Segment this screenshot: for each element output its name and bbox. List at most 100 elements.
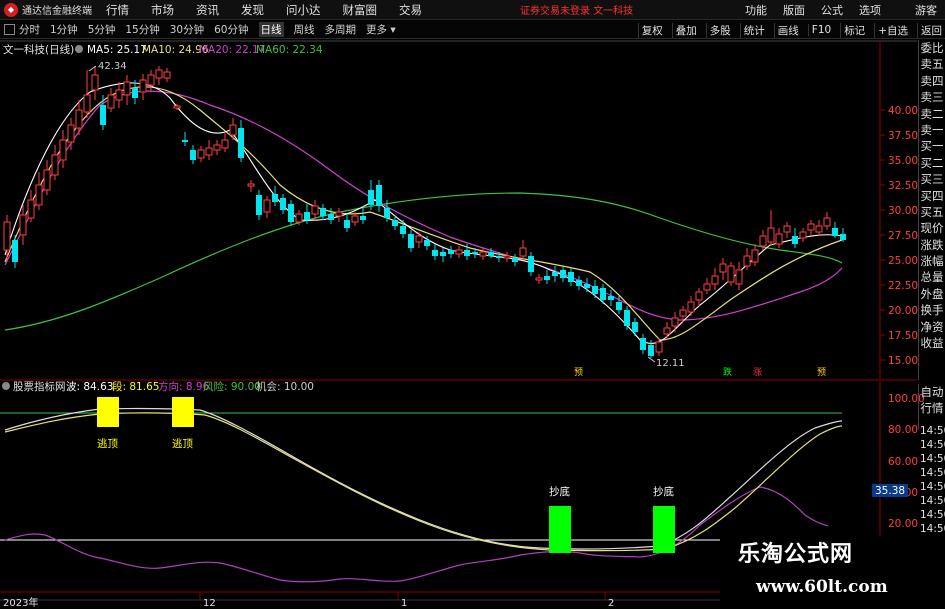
candle-body <box>807 223 815 231</box>
candle-body <box>311 205 319 215</box>
indicator-settings-icon[interactable] <box>2 382 10 390</box>
candle-body <box>190 150 196 160</box>
candle-body <box>19 214 27 236</box>
menu-trade[interactable]: 交易 <box>399 2 422 18</box>
layout-icon[interactable] <box>4 24 15 35</box>
period-daily[interactable]: 日线 <box>258 22 284 37</box>
order-book-panel: 委比 卖五 卖四 卖三 卖二 卖一 买一 买二 买三 买四 买五 现价 涨跌 涨… <box>918 40 945 380</box>
candle-body <box>360 216 366 220</box>
candle-body <box>400 226 406 234</box>
period-1min[interactable]: 1分钟 <box>50 22 78 37</box>
menu-discover[interactable]: 发现 <box>241 2 264 18</box>
candle-body <box>12 240 18 262</box>
menu-layout[interactable]: 版面 <box>783 2 805 18</box>
candle-body <box>205 147 213 156</box>
period-5min[interactable]: 5分钟 <box>88 22 116 37</box>
candle-body <box>608 296 614 300</box>
chart-toolbar: 复权 叠加 多股 统计 画线 F10 标记 +自选 返回 <box>632 21 945 39</box>
candle-body <box>775 233 783 245</box>
tool-add-watchlist[interactable]: +自选 <box>874 22 911 38</box>
settings-dot-icon[interactable] <box>75 45 83 53</box>
side-time: 14:50 <box>920 467 945 479</box>
candle-body <box>552 272 558 276</box>
candle-body <box>288 204 294 222</box>
candle-body <box>415 235 423 243</box>
period-multi[interactable]: 多周期 <box>325 22 357 37</box>
account-status[interactable]: 证券交易未登录 文一科技 <box>520 2 633 17</box>
side-item: 换手 <box>920 303 944 318</box>
candle-body <box>280 198 286 210</box>
stock-chart[interactable]: 40.00 37.50 35.00 32.50 30.00 27.50 25.0… <box>0 40 945 609</box>
period-more[interactable]: 更多 ▾ <box>366 22 396 37</box>
side-item: 收益 <box>920 336 944 351</box>
candle-body <box>783 225 791 233</box>
low-label: 12.11 <box>656 358 685 369</box>
period-30min[interactable]: 30分钟 <box>170 22 204 37</box>
tool-multi-stock[interactable]: 多股 <box>705 22 734 38</box>
candle-body <box>792 236 798 244</box>
candle-body <box>368 190 374 205</box>
period-60min[interactable]: 60分钟 <box>214 22 248 37</box>
menu-ask[interactable]: 问小达 <box>286 2 321 18</box>
x-tick: 2 <box>608 598 614 609</box>
tool-mark[interactable]: 标记 <box>840 22 868 38</box>
period-weekly[interactable]: 周线 <box>294 22 315 37</box>
sell-signal-label: 逃顶 <box>172 437 193 450</box>
y-tick: 22.50 <box>888 280 918 292</box>
candle-body <box>479 251 487 257</box>
candle-body <box>655 341 663 353</box>
menu-options[interactable]: 选项 <box>859 2 881 18</box>
candlesticks <box>3 66 846 358</box>
y-tick: 35.00 <box>888 155 918 167</box>
side-item: 卖二 <box>920 106 944 121</box>
side-item: 委比 <box>920 41 944 55</box>
candle-body <box>584 284 590 288</box>
side-item: 卖三 <box>920 90 944 105</box>
candle-body <box>221 139 229 149</box>
tool-f10[interactable]: F10 <box>807 24 834 36</box>
candle-body <box>27 199 35 219</box>
y-tick: 20.00 <box>888 305 918 317</box>
tool-draw[interactable]: 画线 <box>773 22 802 38</box>
mark-rise: 涨 <box>753 367 762 378</box>
tool-stats[interactable]: 统计 <box>739 22 768 38</box>
candle-body <box>147 74 155 86</box>
wave-line <box>4 407 843 550</box>
watermark: 乐淘公式网 www.60lt.com <box>720 536 945 609</box>
menu-market[interactable]: 行情 <box>106 2 129 18</box>
menu-functions[interactable]: 功能 <box>745 2 767 18</box>
candle-body <box>43 169 51 191</box>
ma5-line <box>4 82 843 345</box>
y-tick: 27.50 <box>888 230 918 242</box>
period-15min[interactable]: 15分钟 <box>125 22 159 37</box>
candle-body <box>560 270 566 278</box>
auto-quote-panel[interactable]: 自动 行情 <box>918 384 945 429</box>
side-time: 14:50 <box>920 495 945 507</box>
candle-body <box>115 89 123 101</box>
period-timeshare[interactable]: 分时 <box>19 22 40 37</box>
sell-signal-label: 逃顶 <box>97 437 118 450</box>
indicator-risk: 风险: 90.00 <box>203 380 261 393</box>
candle-body <box>155 69 163 79</box>
candle-body <box>335 211 343 217</box>
menu-guest[interactable]: 游客 <box>915 2 937 18</box>
menu-wealth[interactable]: 财富圈 <box>343 2 378 18</box>
candle-body <box>488 252 494 256</box>
candle-body <box>424 240 430 246</box>
menu-formula[interactable]: 公式 <box>821 2 843 18</box>
candle-body <box>272 194 278 202</box>
candle-body <box>328 214 334 220</box>
stock-name-tab[interactable]: 文一科技 <box>593 6 633 17</box>
segment-line <box>4 412 843 552</box>
side-time: 14:50 <box>920 453 945 465</box>
tool-overlay[interactable]: 叠加 <box>671 22 700 38</box>
menu-news[interactable]: 资讯 <box>196 2 219 18</box>
candle-body <box>392 220 398 226</box>
menu-exchange[interactable]: 市场 <box>151 2 174 18</box>
ma20-line <box>4 90 843 321</box>
direction-line <box>4 486 829 583</box>
candle-body <box>719 263 727 273</box>
tool-adjust[interactable]: 复权 <box>637 22 666 38</box>
tool-back[interactable]: 返回 <box>917 22 945 38</box>
candle-body <box>67 124 75 143</box>
